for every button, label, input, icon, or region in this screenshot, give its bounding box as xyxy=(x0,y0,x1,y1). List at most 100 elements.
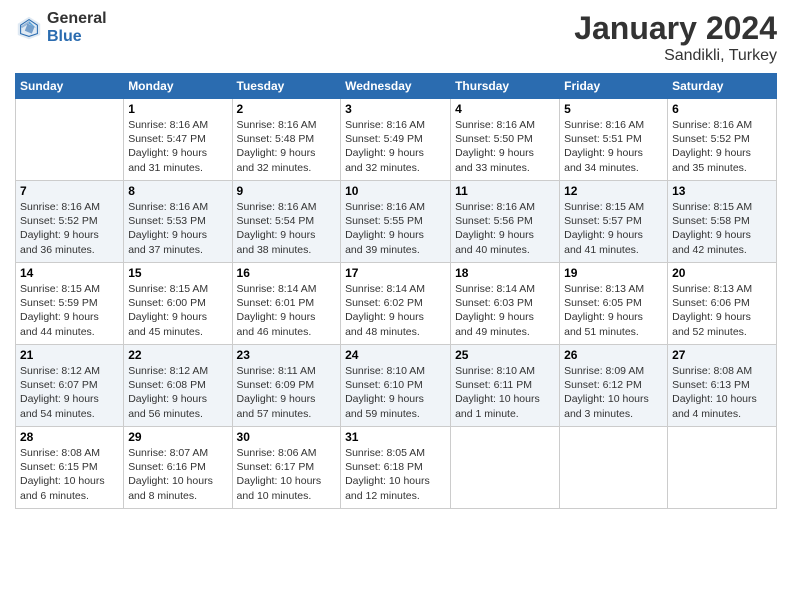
day-number: 6 xyxy=(672,102,772,116)
calendar-cell: 14 Sunrise: 8:15 AMSunset: 5:59 PMDayligh… xyxy=(16,263,124,345)
calendar-cell: 12Sunrise: 8:15 AMSunset: 5:57 PMDayligh… xyxy=(560,181,668,263)
day-info: Sunrise: 8:08 AMSunset: 6:15 PMDaylight:… xyxy=(20,446,119,503)
day-info: Sunrise: 8:13 AMSunset: 6:05 PMDaylight:… xyxy=(564,282,663,339)
calendar-cell: 1 Sunrise: 8:16 AMSunset: 5:47 PMDaylight… xyxy=(124,99,232,181)
day-info: Sunrise: 8:06 AMSunset: 6:17 PMDaylight:… xyxy=(237,446,337,503)
calendar-cell: 6 Sunrise: 8:16 AMSunset: 5:52 PMDaylight… xyxy=(668,99,777,181)
day-number: 1 xyxy=(128,102,227,116)
day-info: Sunrise: 8:15 AMSunset: 6:00 PMDaylight:… xyxy=(128,282,227,339)
calendar-cell: 20Sunrise: 8:13 AMSunset: 6:06 PMDayligh… xyxy=(668,263,777,345)
day-number: 31 xyxy=(345,430,446,444)
day-info: Sunrise: 8:15 AMSunset: 5:59 PMDaylight:… xyxy=(20,282,119,339)
calendar-cell: 4Sunrise: 8:16 AMSunset: 5:50 PMDaylight… xyxy=(451,99,560,181)
day-number: 27 xyxy=(672,348,772,362)
calendar-week-row: 28 Sunrise: 8:08 AMSunset: 6:15 PMDayligh… xyxy=(16,427,777,509)
logo-icon xyxy=(15,14,43,42)
calendar-cell: 10 Sunrise: 8:16 AMSunset: 5:55 PMDayligh… xyxy=(341,181,451,263)
logo: General Blue xyxy=(15,10,107,45)
day-number: 2 xyxy=(237,102,337,116)
calendar-cell: 28 Sunrise: 8:08 AMSunset: 6:15 PMDayligh… xyxy=(16,427,124,509)
day-info: Sunrise: 8:16 AMSunset: 5:49 PMDaylight:… xyxy=(345,118,446,175)
calendar-cell xyxy=(668,427,777,509)
calendar-cell: 22 Sunrise: 8:12 AMSunset: 6:08 PMDayligh… xyxy=(124,345,232,427)
day-number: 8 xyxy=(128,184,227,198)
calendar-cell: 8Sunrise: 8:16 AMSunset: 5:53 PMDaylight… xyxy=(124,181,232,263)
calendar-cell: 2 Sunrise: 8:16 AMSunset: 5:48 PMDaylight… xyxy=(232,99,341,181)
day-number: 13 xyxy=(672,184,772,198)
calendar-cell: 7Sunrise: 8:16 AMSunset: 5:52 PMDaylight… xyxy=(16,181,124,263)
header: General Blue January 2024 Sandikli, Turk… xyxy=(15,10,777,65)
day-info: Sunrise: 8:11 AMSunset: 6:09 PMDaylight:… xyxy=(237,364,337,421)
calendar-cell: 27 Sunrise: 8:08 AMSunset: 6:13 PMDayligh… xyxy=(668,345,777,427)
day-number: 3 xyxy=(345,102,446,116)
calendar-cell: 3 Sunrise: 8:16 AMSunset: 5:49 PMDaylight… xyxy=(341,99,451,181)
day-number: 19 xyxy=(564,266,663,280)
calendar-cell: 16Sunrise: 8:14 AMSunset: 6:01 PMDayligh… xyxy=(232,263,341,345)
day-number: 29 xyxy=(128,430,227,444)
day-number: 24 xyxy=(345,348,446,362)
day-number: 30 xyxy=(237,430,337,444)
day-number: 9 xyxy=(237,184,337,198)
day-number: 28 xyxy=(20,430,119,444)
day-info: Sunrise: 8:16 AMSunset: 5:54 PMDaylight:… xyxy=(237,200,337,257)
day-info: Sunrise: 8:14 AMSunset: 6:02 PMDaylight:… xyxy=(345,282,446,339)
day-info: Sunrise: 8:16 AMSunset: 5:52 PMDaylight:… xyxy=(20,200,119,257)
day-number: 4 xyxy=(455,102,555,116)
day-info: Sunrise: 8:10 AMSunset: 6:10 PMDaylight:… xyxy=(345,364,446,421)
calendar-cell: 26 Sunrise: 8:09 AMSunset: 6:12 PMDayligh… xyxy=(560,345,668,427)
calendar-cell: 30 Sunrise: 8:06 AMSunset: 6:17 PMDayligh… xyxy=(232,427,341,509)
day-number: 21 xyxy=(20,348,119,362)
day-info: Sunrise: 8:12 AMSunset: 6:08 PMDaylight:… xyxy=(128,364,227,421)
day-number: 11 xyxy=(455,184,555,198)
day-info: Sunrise: 8:15 AMSunset: 5:57 PMDaylight:… xyxy=(564,200,663,257)
day-info: Sunrise: 8:05 AMSunset: 6:18 PMDaylight:… xyxy=(345,446,446,503)
calendar-header-tuesday: Tuesday xyxy=(232,74,341,99)
day-info: Sunrise: 8:07 AMSunset: 6:16 PMDaylight:… xyxy=(128,446,227,503)
day-info: Sunrise: 8:16 AMSunset: 5:52 PMDaylight:… xyxy=(672,118,772,175)
calendar-cell: 9 Sunrise: 8:16 AMSunset: 5:54 PMDaylight… xyxy=(232,181,341,263)
day-info: Sunrise: 8:09 AMSunset: 6:12 PMDaylight:… xyxy=(564,364,663,421)
day-info: Sunrise: 8:12 AMSunset: 6:07 PMDaylight:… xyxy=(20,364,119,421)
calendar-cell xyxy=(560,427,668,509)
title-section: January 2024 Sandikli, Turkey xyxy=(574,10,777,65)
calendar-cell: 23 Sunrise: 8:11 AMSunset: 6:09 PMDayligh… xyxy=(232,345,341,427)
day-info: Sunrise: 8:08 AMSunset: 6:13 PMDaylight:… xyxy=(672,364,772,421)
day-number: 10 xyxy=(345,184,446,198)
day-number: 14 xyxy=(20,266,119,280)
calendar-cell: 11Sunrise: 8:16 AMSunset: 5:56 PMDayligh… xyxy=(451,181,560,263)
location-title: Sandikli, Turkey xyxy=(574,47,777,65)
calendar-cell: 5Sunrise: 8:16 AMSunset: 5:51 PMDaylight… xyxy=(560,99,668,181)
logo-blue-text: Blue xyxy=(47,28,107,46)
calendar-week-row: 7Sunrise: 8:16 AMSunset: 5:52 PMDaylight… xyxy=(16,181,777,263)
main-container: General Blue January 2024 Sandikli, Turk… xyxy=(0,0,792,519)
calendar-cell: 18Sunrise: 8:14 AMSunset: 6:03 PMDayligh… xyxy=(451,263,560,345)
calendar-header-wednesday: Wednesday xyxy=(341,74,451,99)
day-info: Sunrise: 8:10 AMSunset: 6:11 PMDaylight:… xyxy=(455,364,555,421)
calendar-cell xyxy=(451,427,560,509)
calendar-cell: 19 Sunrise: 8:13 AMSunset: 6:05 PMDayligh… xyxy=(560,263,668,345)
day-info: Sunrise: 8:16 AMSunset: 5:55 PMDaylight:… xyxy=(345,200,446,257)
calendar-cell: 15 Sunrise: 8:15 AMSunset: 6:00 PMDayligh… xyxy=(124,263,232,345)
calendar-cell: 13 Sunrise: 8:15 AMSunset: 5:58 PMDayligh… xyxy=(668,181,777,263)
day-info: Sunrise: 8:16 AMSunset: 5:51 PMDaylight:… xyxy=(564,118,663,175)
calendar-header-saturday: Saturday xyxy=(668,74,777,99)
calendar-cell: 17 Sunrise: 8:14 AMSunset: 6:02 PMDayligh… xyxy=(341,263,451,345)
calendar-cell: 29 Sunrise: 8:07 AMSunset: 6:16 PMDayligh… xyxy=(124,427,232,509)
logo-general-text: General xyxy=(47,10,107,28)
calendar-header-row: SundayMondayTuesdayWednesdayThursdayFrid… xyxy=(16,74,777,99)
day-number: 26 xyxy=(564,348,663,362)
day-number: 15 xyxy=(128,266,227,280)
day-info: Sunrise: 8:16 AMSunset: 5:48 PMDaylight:… xyxy=(237,118,337,175)
day-info: Sunrise: 8:15 AMSunset: 5:58 PMDaylight:… xyxy=(672,200,772,257)
day-info: Sunrise: 8:16 AMSunset: 5:47 PMDaylight:… xyxy=(128,118,227,175)
day-number: 20 xyxy=(672,266,772,280)
calendar-cell: 25Sunrise: 8:10 AMSunset: 6:11 PMDayligh… xyxy=(451,345,560,427)
calendar-table: SundayMondayTuesdayWednesdayThursdayFrid… xyxy=(15,73,777,509)
day-number: 22 xyxy=(128,348,227,362)
calendar-header-sunday: Sunday xyxy=(16,74,124,99)
day-number: 23 xyxy=(237,348,337,362)
calendar-header-friday: Friday xyxy=(560,74,668,99)
month-title: January 2024 xyxy=(574,10,777,47)
calendar-week-row: 21 Sunrise: 8:12 AMSunset: 6:07 PMDayligh… xyxy=(16,345,777,427)
day-number: 17 xyxy=(345,266,446,280)
